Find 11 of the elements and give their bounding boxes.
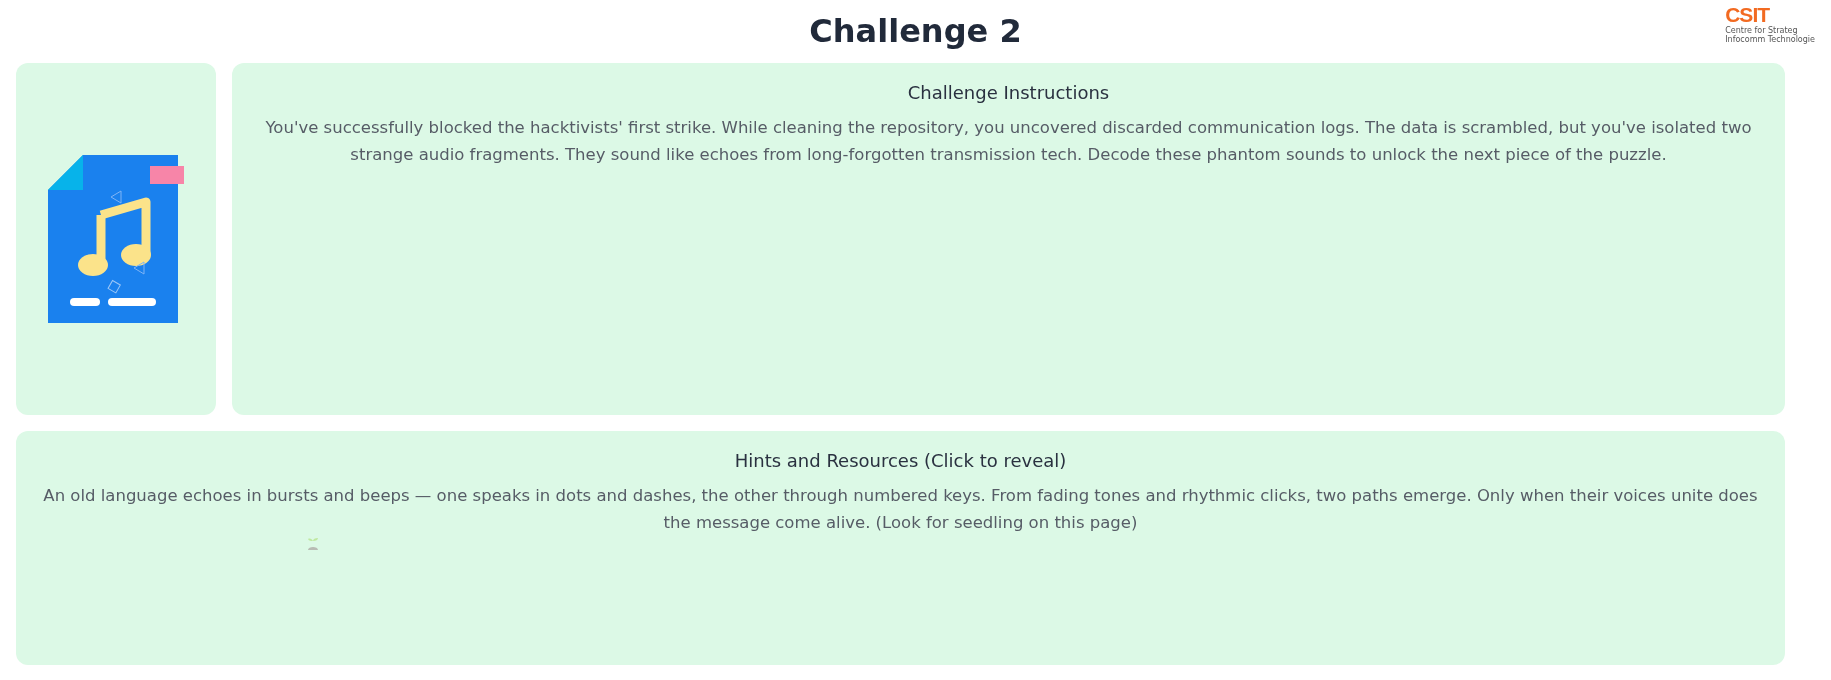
page-title: Challenge 2 bbox=[809, 12, 1022, 51]
hints-panel[interactable] bbox=[16, 431, 1785, 665]
section-heading: Challenge Instructions bbox=[906, 81, 1111, 105]
instructions-text: You've successfully blocked the hacktivists' first strike. While cleaning the repository, you uncovered discarded communication logs. The data is scrambled, but you've isolated two strange audio fragments. They sound like echoes from long-forgotten transmission tech. Decode these phantom sounds to unlock the next piece of the puzzle. bbox=[264, 117, 1753, 166]
logo-text: Centre for Strateg bbox=[1725, 26, 1798, 35]
logo-mark: CSIT bbox=[1725, 4, 1771, 26]
music-file-icon bbox=[48, 155, 184, 323]
seedling-icon[interactable] bbox=[306, 536, 320, 550]
logo-text: Infocomm Technologie bbox=[1725, 35, 1815, 44]
hints-text: An old language echoes in bursts and beeps — one speaks in dots and dashes, the other through numbered keys. From fading tones and rhythmic clicks, two paths emerge. Only when their voices unite does the message come alive. (Look for seedling on this page) bbox=[42, 485, 1759, 534]
section-heading: Hints and Resources (Click to reveal) bbox=[733, 449, 1068, 473]
